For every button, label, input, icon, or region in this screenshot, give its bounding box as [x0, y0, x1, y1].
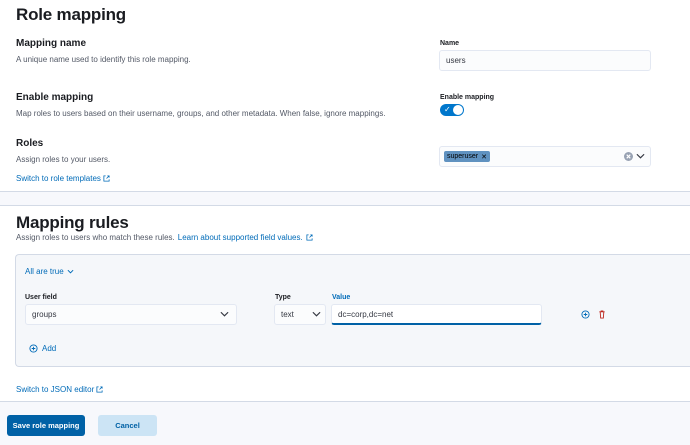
switch-to-role-templates-link[interactable]: Switch to role templates [16, 174, 110, 183]
group-operator-label: All are true [25, 267, 64, 276]
save-role-mapping-button[interactable]: Save role mapping [7, 415, 85, 436]
type-value: text [281, 310, 294, 319]
user-field-value: groups [32, 310, 57, 319]
group-operator-button[interactable]: All are true [25, 267, 74, 276]
badge-remove-icon[interactable]: ✕ [481, 153, 487, 161]
type-header: Type [275, 294, 291, 301]
check-icon: ✓ [444, 105, 451, 114]
page-title: Role mapping [16, 5, 126, 24]
name-input-value: users [446, 56, 466, 65]
toggle-knob [453, 105, 463, 115]
enable-mapping-toggle[interactable]: ✓ [440, 104, 464, 116]
chevron-down-icon [312, 311, 321, 317]
switch-to-json-editor-label: Switch to JSON editor [16, 385, 95, 394]
clear-icon[interactable] [624, 152, 633, 161]
enable-mapping-description: Map roles to users based on their userna… [16, 109, 386, 118]
chevron-down-icon [67, 269, 74, 274]
user-field-select[interactable]: groups [25, 304, 237, 325]
enable-mapping-field-label: Enable mapping [440, 94, 495, 101]
roles-description: Assign roles to your users. [16, 155, 111, 164]
mapping-name-title: Mapping name [16, 38, 87, 49]
plus-circle-icon [29, 344, 38, 353]
value-header: Value [332, 294, 351, 301]
value-input[interactable]: dc=corp,dc=net [331, 304, 542, 325]
mapping-name-description: A unique name used to identify this role… [16, 55, 191, 64]
mapping-rules-description: Assign roles to users who match these ru… [16, 233, 175, 242]
chevron-down-icon[interactable] [636, 153, 645, 160]
role-badge-label: superuser [447, 153, 479, 160]
switch-to-role-templates-label: Switch to role templates [16, 174, 101, 183]
add-rule-label: Add [42, 344, 57, 353]
popout-icon [306, 234, 313, 241]
add-rule-button[interactable]: Add [29, 344, 56, 353]
enable-mapping-title: Enable mapping [16, 92, 94, 103]
popout-icon [103, 175, 110, 182]
trash-icon[interactable] [598, 310, 606, 319]
chevron-down-icon [220, 311, 229, 317]
cancel-button[interactable]: Cancel [98, 415, 157, 436]
name-input[interactable]: users [439, 50, 651, 71]
user-field-header: User field [25, 294, 57, 301]
value-input-text: dc=corp,dc=net [338, 309, 394, 319]
name-field-label: Name [440, 40, 460, 47]
roles-title: Roles [16, 138, 44, 149]
switch-to-json-editor-link[interactable]: Switch to JSON editor [16, 385, 103, 394]
mapping-rules-title: Mapping rules [16, 213, 129, 232]
learn-field-values-link[interactable]: Learn about supported field values. [178, 233, 303, 242]
mapping-rules-description-row: Assign roles to users who match these ru… [16, 233, 313, 242]
add-rule-icon[interactable] [581, 310, 590, 319]
role-badge-superuser: superuser ✕ [444, 151, 491, 162]
popout-icon [96, 386, 103, 393]
